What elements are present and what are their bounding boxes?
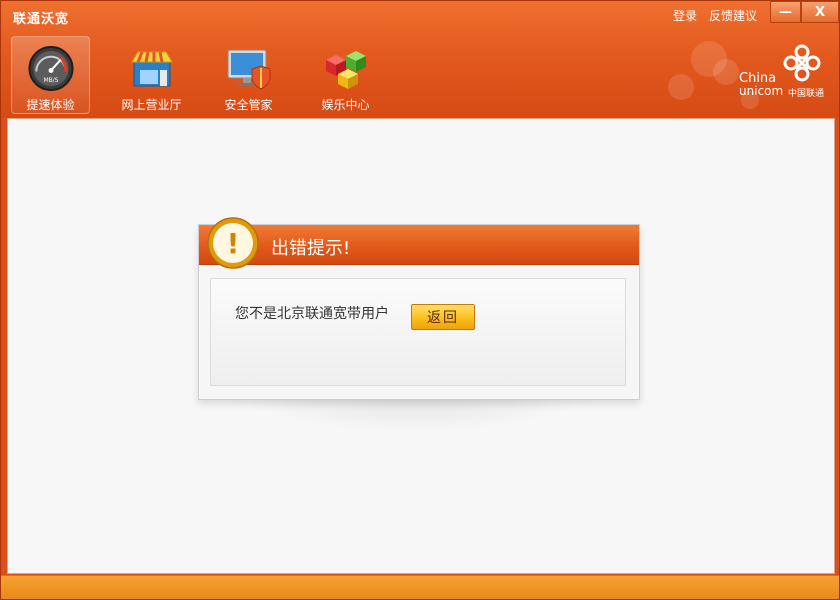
dialog-body: 您不是北京联通宽带用户 返回 xyxy=(210,278,626,386)
nav-item-online-hall[interactable]: 网上营业厅 xyxy=(104,36,199,114)
dialog-title: 出错提示! xyxy=(271,238,351,259)
warning-icon: ! xyxy=(207,217,259,269)
decor-bubble xyxy=(713,59,739,85)
error-message: 您不是北京联通宽带用户 xyxy=(235,306,389,322)
main-nav: MB/S 提速体验 网上营业厅 安全管家 娱乐中心 xyxy=(11,36,395,114)
nav-label: 安全管家 xyxy=(224,98,273,112)
brand-text-cn: 中国联通 xyxy=(788,89,825,99)
decor-bubble xyxy=(668,74,694,100)
nav-item-speed-test[interactable]: MB/S 提速体验 xyxy=(11,36,90,114)
login-link[interactable]: 登录 xyxy=(673,7,697,24)
unicom-knot-icon xyxy=(783,44,821,82)
close-button[interactable]: X xyxy=(801,1,839,23)
nav-label: 娱乐中心 xyxy=(321,98,370,112)
speedometer-icon: MB/S xyxy=(27,45,74,92)
app-title: 联通沃宽 xyxy=(13,12,70,27)
svg-text:!: ! xyxy=(227,227,240,260)
svg-text:MB/S: MB/S xyxy=(43,78,58,84)
monitor-shield-icon xyxy=(227,49,270,90)
colored-cubes-icon xyxy=(325,51,366,89)
window-controls: — X xyxy=(770,1,839,23)
dialog-header: ! 出错提示! xyxy=(199,217,639,269)
nav-item-security[interactable]: 安全管家 xyxy=(201,36,296,114)
brand-logo: China unicom 中国联通 xyxy=(737,41,829,101)
return-button[interactable]: 返回 xyxy=(411,304,475,330)
nav-item-entertainment[interactable]: 娱乐中心 xyxy=(298,36,393,114)
status-bar xyxy=(1,575,839,599)
storefront-icon xyxy=(130,51,173,87)
brand-text-en: unicom xyxy=(739,84,784,98)
nav-label: 提速体验 xyxy=(26,98,75,112)
top-links: 登录 反馈建议 xyxy=(673,7,757,24)
app-window: 联通沃宽 登录 反馈建议 — X MB/S 提速体验 网上营业厅 安全管家 娱乐… xyxy=(0,0,840,600)
header: 联通沃宽 登录 反馈建议 — X MB/S 提速体验 网上营业厅 安全管家 娱乐… xyxy=(1,1,839,118)
error-dialog: ! 出错提示! 您不是北京联通宽带用户 返回 xyxy=(198,217,640,400)
minimize-button[interactable]: — xyxy=(770,1,801,23)
feedback-link[interactable]: 反馈建议 xyxy=(709,7,757,24)
nav-label: 网上营业厅 xyxy=(121,98,182,112)
